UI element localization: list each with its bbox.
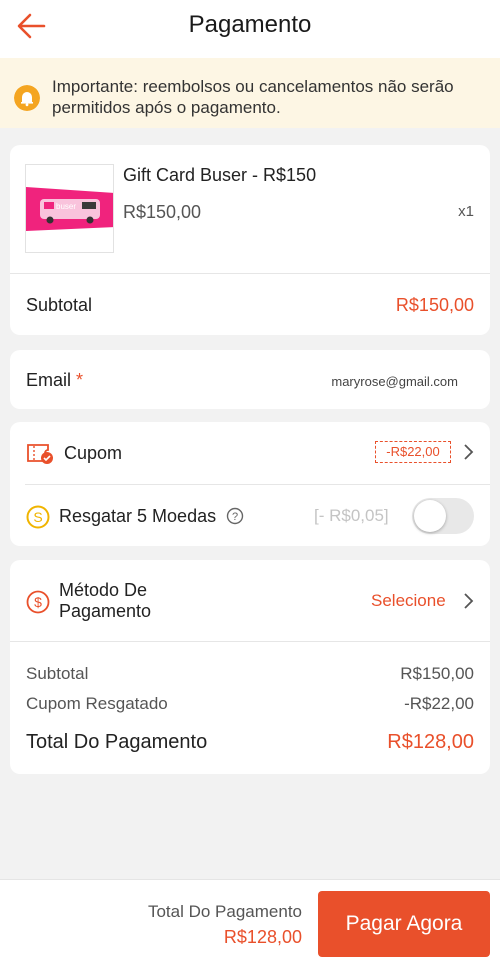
dollar-circle-icon: $ <box>26 590 50 614</box>
coin-icon: S <box>26 505 50 529</box>
divider <box>10 641 490 642</box>
subtotal-label: Subtotal <box>26 295 93 315</box>
svg-text:buser: buser <box>56 202 76 211</box>
payment-method-label-line1: Método De <box>59 580 148 600</box>
summary-subtotal-value: R$150,00 <box>400 664 474 683</box>
chevron-right-icon[interactable] <box>462 592 474 610</box>
payment-select-link[interactable]: Selecione <box>371 591 446 611</box>
arrow-left-icon[interactable] <box>14 10 50 42</box>
payment-method-label-line2: Pagamento <box>59 601 152 621</box>
product-image[interactable]: buser <box>25 164 114 253</box>
footer-total-label: Total Do Pagamento <box>147 902 302 921</box>
subtotal-value: R$150,00 <box>395 295 474 315</box>
coupon-badge: -R$22,00 <box>375 441 451 463</box>
email-label: Email * <box>26 370 83 391</box>
pay-now-button[interactable]: Pagar Agora <box>318 891 490 957</box>
svg-text:S: S <box>33 509 42 525</box>
product-quantity: x1 <box>458 203 474 220</box>
bell-icon <box>14 85 40 111</box>
summary-coupon-label: Cupom Resgatado <box>26 694 168 713</box>
product-name: Gift Card Buser - R$150 <box>123 165 317 185</box>
summary-total-value: R$128,00 <box>387 731 474 753</box>
product-price: R$150,00 <box>123 202 202 222</box>
summary-subtotal-label: Subtotal <box>26 664 89 683</box>
toggle-knob <box>414 500 446 532</box>
question-icon[interactable]: ? <box>226 507 244 525</box>
required-mark: * <box>76 370 84 390</box>
notice-text: Importante: reembolsos ou cancelamentos … <box>52 77 454 117</box>
coins-toggle[interactable] <box>412 498 474 534</box>
coins-value: [- R$0,05] <box>314 506 389 525</box>
buser-giftcard-image: buser <box>26 165 113 252</box>
payment-method-label[interactable]: Método De Pagamento <box>59 580 151 622</box>
divider <box>25 484 490 485</box>
app-header: Pagamento <box>0 0 500 58</box>
svg-text:?: ? <box>232 511 238 523</box>
email-label-text: Email <box>26 370 72 390</box>
chevron-right-icon[interactable] <box>462 443 474 461</box>
summary-coupon-value: -R$22,00 <box>404 694 474 713</box>
footer-total-value: R$128,00 <box>223 927 302 947</box>
email-value[interactable]: maryrose@gmail.com <box>331 374 458 389</box>
summary-total-label: Total Do Pagamento <box>26 731 208 753</box>
coupon-icon <box>27 444 53 464</box>
svg-text:$: $ <box>34 594 42 610</box>
coins-label: Resgatar 5 Moedas <box>59 506 217 526</box>
coupon-label[interactable]: Cupom <box>64 443 122 464</box>
divider <box>10 273 490 274</box>
page-title: Pagamento <box>188 11 312 38</box>
